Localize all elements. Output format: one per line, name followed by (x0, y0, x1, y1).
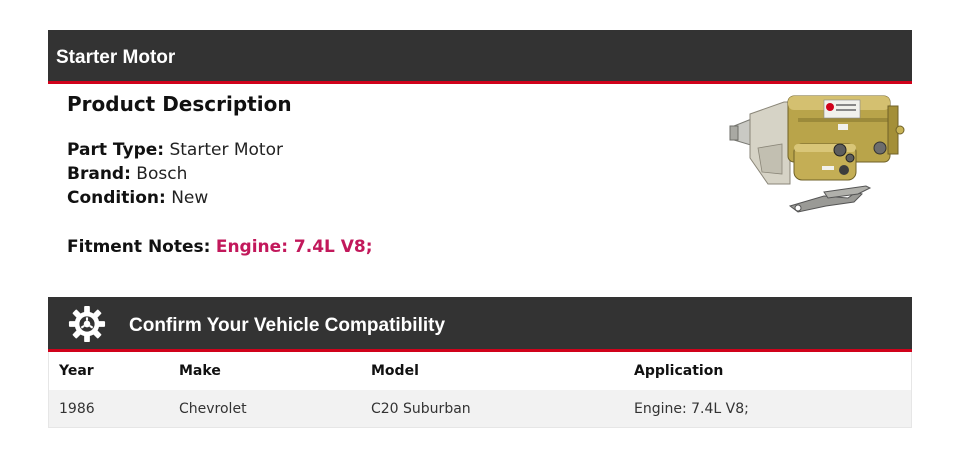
column-header-application: Application (634, 363, 724, 379)
spec-brand: Brand: Bosch (67, 162, 187, 186)
column-header-year: Year (59, 363, 94, 379)
compatibility-title: Confirm Your Vehicle Compatibility (129, 315, 446, 336)
gear-icon (68, 305, 106, 343)
part-type-label: Part Type: (67, 140, 165, 160)
brand-value: Bosch (136, 164, 188, 184)
brand-label: Brand: (67, 164, 131, 184)
table-header-row: Year Make Model Application (49, 352, 911, 389)
compatibility-bar: Confirm Your Vehicle Compatibility (48, 297, 912, 352)
starter-motor-image[interactable] (728, 88, 908, 218)
page-title: Starter Motor (56, 47, 176, 68)
fitment-label: Fitment Notes: (67, 237, 211, 257)
part-type-value: Starter Motor (169, 140, 283, 160)
product-heading: Product Description (67, 92, 292, 116)
cell-model: C20 Suburban (371, 401, 471, 417)
title-bar: Starter Motor (48, 30, 912, 84)
spec-condition: Condition: New (67, 186, 208, 210)
column-header-model: Model (371, 363, 419, 379)
condition-value: New (171, 188, 209, 208)
spec-part-type: Part Type: Starter Motor (67, 138, 283, 162)
cell-year: 1986 (59, 401, 95, 417)
cell-make: Chevrolet (179, 401, 247, 417)
compatibility-table: Year Make Model Application 1986 Chevrol… (48, 352, 912, 428)
cell-application: Engine: 7.4L V8; (634, 401, 749, 417)
table-row: 1986 Chevrolet C20 Suburban Engine: 7.4L… (49, 390, 911, 427)
fitment-value: Engine: 7.4L V8; (215, 237, 373, 257)
spec-fitment: Fitment Notes: Engine: 7.4L V8; (67, 235, 373, 259)
column-header-make: Make (179, 363, 221, 379)
condition-label: Condition: (67, 188, 166, 208)
